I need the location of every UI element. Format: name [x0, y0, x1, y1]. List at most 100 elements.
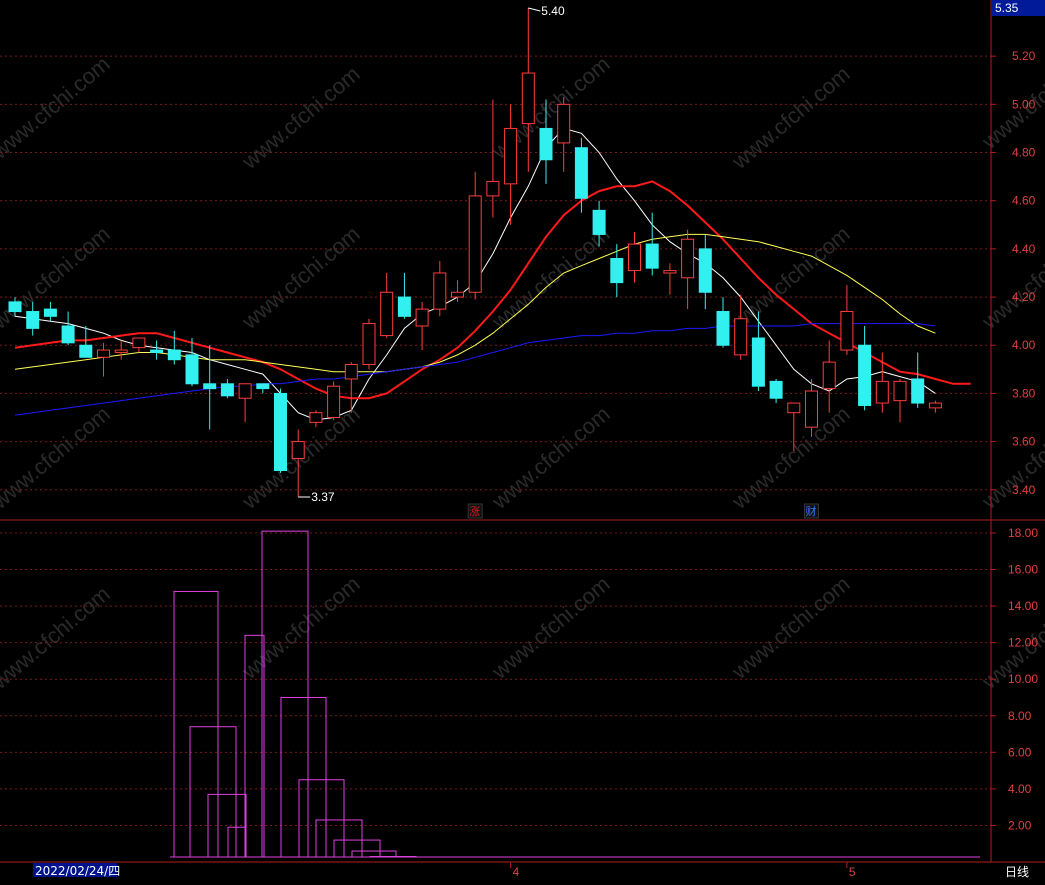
candle [43, 301, 57, 322]
candle-body-down [769, 380, 783, 399]
candle-body-down [256, 383, 270, 390]
candle-body-down [911, 378, 925, 404]
candle [97, 342, 110, 377]
candle-body-up [628, 243, 641, 272]
candle-body-up [468, 195, 482, 293]
ma-line-3 [14, 323, 936, 416]
watermark-text: www.cfchi.com [726, 571, 854, 684]
candle-body-down [610, 258, 624, 284]
period-label[interactable]: 日线 [1005, 865, 1029, 879]
candle [610, 244, 624, 298]
volume-box [261, 530, 309, 858]
candle-body-down [61, 325, 75, 344]
candle-body-down [592, 209, 606, 235]
candle [415, 301, 429, 351]
watermark-text: www.cfchi.com [236, 61, 364, 174]
candle [380, 272, 394, 339]
candle-body-up [840, 311, 854, 351]
candle-body-up [681, 238, 695, 279]
candle [486, 99, 500, 218]
candle [822, 340, 836, 413]
candle-body-down [150, 349, 164, 353]
volume-tick-label: 2.00 [1008, 818, 1032, 832]
candle [274, 388, 287, 473]
candle [663, 263, 677, 295]
volume-tick-label: 8.00 [1008, 709, 1032, 723]
candle-body-down [539, 127, 553, 161]
candle [698, 234, 712, 310]
candle [150, 340, 164, 360]
price-annotation-label: 3.37 [311, 490, 335, 504]
watermark-text: www.cfchi.com [0, 401, 115, 514]
candle-body-down [751, 337, 765, 387]
candle [468, 171, 482, 300]
watermark-text: www.cfchi.com [236, 221, 364, 334]
volume-tick-label: 18.00 [1008, 526, 1038, 540]
candle-body-up [805, 390, 818, 428]
candle [628, 232, 641, 283]
candle-body-down [397, 296, 411, 317]
candle-body-down [167, 349, 181, 361]
watermark-text: www.cfchi.com [0, 221, 115, 334]
candle [256, 383, 270, 394]
watermark-text: www.cfchi.com [726, 401, 854, 514]
current-price-label: 5.35 [995, 1, 1019, 15]
price-tick-label: 4.80 [1012, 146, 1036, 160]
candle-body-up [486, 180, 500, 197]
candle [557, 97, 571, 172]
volume-boxes [170, 530, 980, 858]
candle [61, 311, 75, 346]
candle [645, 212, 659, 276]
watermark-text: www.cfchi.com [976, 221, 1045, 334]
price-tick-label: 4.20 [1012, 290, 1036, 304]
volume-box [280, 696, 327, 858]
event-marker-label: 涨 [469, 505, 480, 518]
candle [893, 378, 907, 423]
candle [875, 352, 889, 413]
candle-body-up [380, 291, 394, 337]
candle-body-down [858, 344, 872, 406]
labels: 5.20 5.00 4.80 4.60 4.40 4.20 4.00 3.80 3.60 3.40… [298, 4, 1038, 879]
candle-body-up [663, 270, 677, 274]
candle-body-up [787, 402, 801, 414]
watermark-text: www.cfchi.com [486, 401, 614, 514]
watermark-text: www.cfchi.com [486, 221, 614, 334]
candle-body-up [132, 337, 146, 349]
candle-body-up [238, 383, 252, 399]
watermark-text: www.cfchi.com [236, 571, 364, 684]
candle [397, 272, 411, 319]
price-tick-label: 4.00 [1012, 338, 1036, 352]
price-tick-label: 5.00 [1012, 97, 1036, 111]
candle-body-up [97, 349, 110, 358]
candle-body-up [875, 380, 889, 404]
candle-body-up [822, 361, 836, 390]
candle [238, 383, 252, 423]
price-tick-label: 3.40 [1012, 483, 1036, 497]
candle [769, 378, 783, 404]
x-tick-label: 4 [513, 865, 520, 879]
price-tick-label: 4.60 [1012, 194, 1036, 208]
candle [451, 280, 464, 302]
watermark-text: www.cfchi.com [726, 61, 854, 174]
candle-body-down [274, 392, 287, 472]
price-tick-label: 3.60 [1012, 435, 1036, 449]
candle-body-down [79, 344, 93, 358]
price-tick-label: 5.20 [1012, 49, 1036, 63]
candle [79, 325, 93, 358]
price-annotation-label: 5.40 [541, 4, 565, 18]
candle-body-up [433, 272, 447, 310]
volume-tick-label: 6.00 [1008, 745, 1032, 759]
candle-body-up [362, 323, 376, 366]
candle [362, 318, 376, 370]
candle-body-down [185, 354, 199, 385]
candle-body-up [928, 402, 942, 409]
candle-body-up [893, 380, 907, 402]
candle-body-down [203, 383, 217, 390]
candle [911, 352, 925, 408]
price-annotation-arrow [528, 7, 541, 12]
candle-body-down [645, 243, 659, 269]
grid-layer [0, 55, 996, 868]
candle-body-up [521, 72, 535, 125]
candle [433, 260, 447, 317]
volume-box [298, 779, 345, 858]
